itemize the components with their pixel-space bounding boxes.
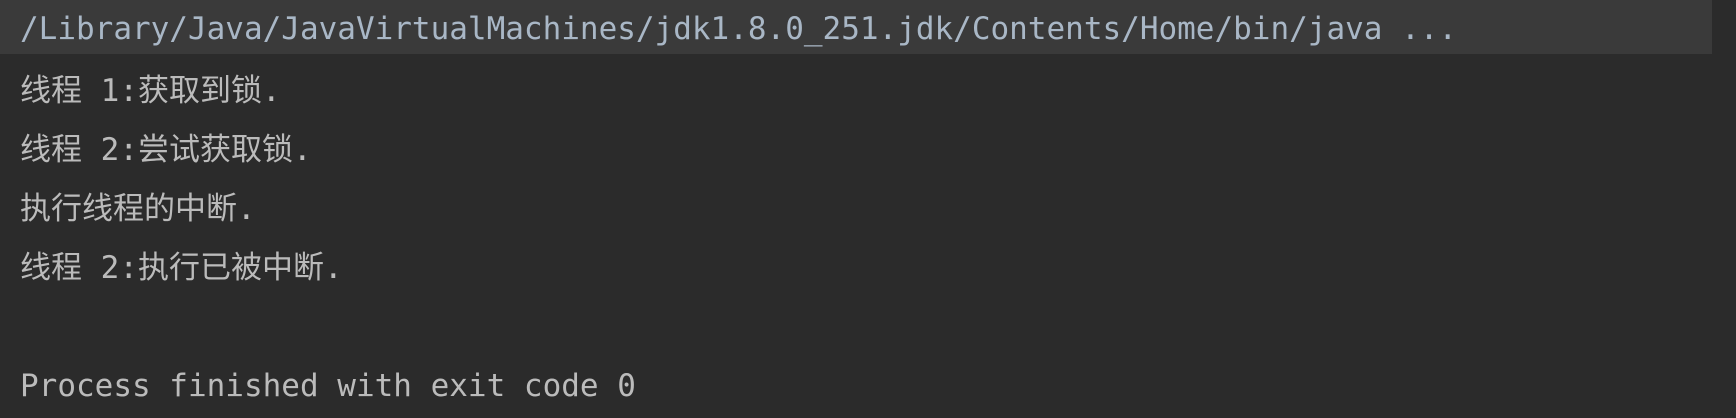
console-output: 线程 1:获取到锁. 线程 2:尝试获取锁. 执行线程的中断. 线程 2:执行已… [20,62,1736,416]
java-command-line[interactable]: /Library/Java/JavaVirtualMachines/jdk1.8… [0,0,1712,54]
output-line: 执行线程的中断. [20,191,256,227]
output-line: 线程 2:执行已被中断. [20,250,343,286]
output-line: 线程 1:获取到锁. [20,73,281,109]
output-line: 线程 2:尝试获取锁. [20,132,312,168]
run-console: /Library/Java/JavaVirtualMachines/jdk1.8… [0,0,1736,418]
process-exit-message: Process finished with exit code 0 [20,368,636,404]
